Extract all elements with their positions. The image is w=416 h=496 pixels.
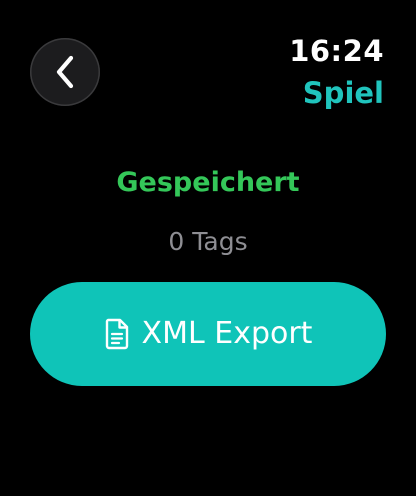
app-title[interactable]: Spiel bbox=[303, 74, 384, 112]
save-status-text: Gespeichert bbox=[116, 167, 300, 198]
xml-export-label: XML Export bbox=[141, 316, 313, 351]
tag-count-text: 0 Tags bbox=[168, 227, 248, 256]
clock-time: 16:24 bbox=[289, 34, 384, 68]
document-icon bbox=[104, 318, 130, 350]
chevron-left-icon bbox=[54, 55, 76, 89]
xml-export-button[interactable]: XML Export bbox=[30, 282, 386, 386]
watch-screen: 16:24 Spiel Gespeichert 0 Tags XML Expor… bbox=[0, 0, 416, 496]
back-button[interactable] bbox=[30, 38, 100, 106]
